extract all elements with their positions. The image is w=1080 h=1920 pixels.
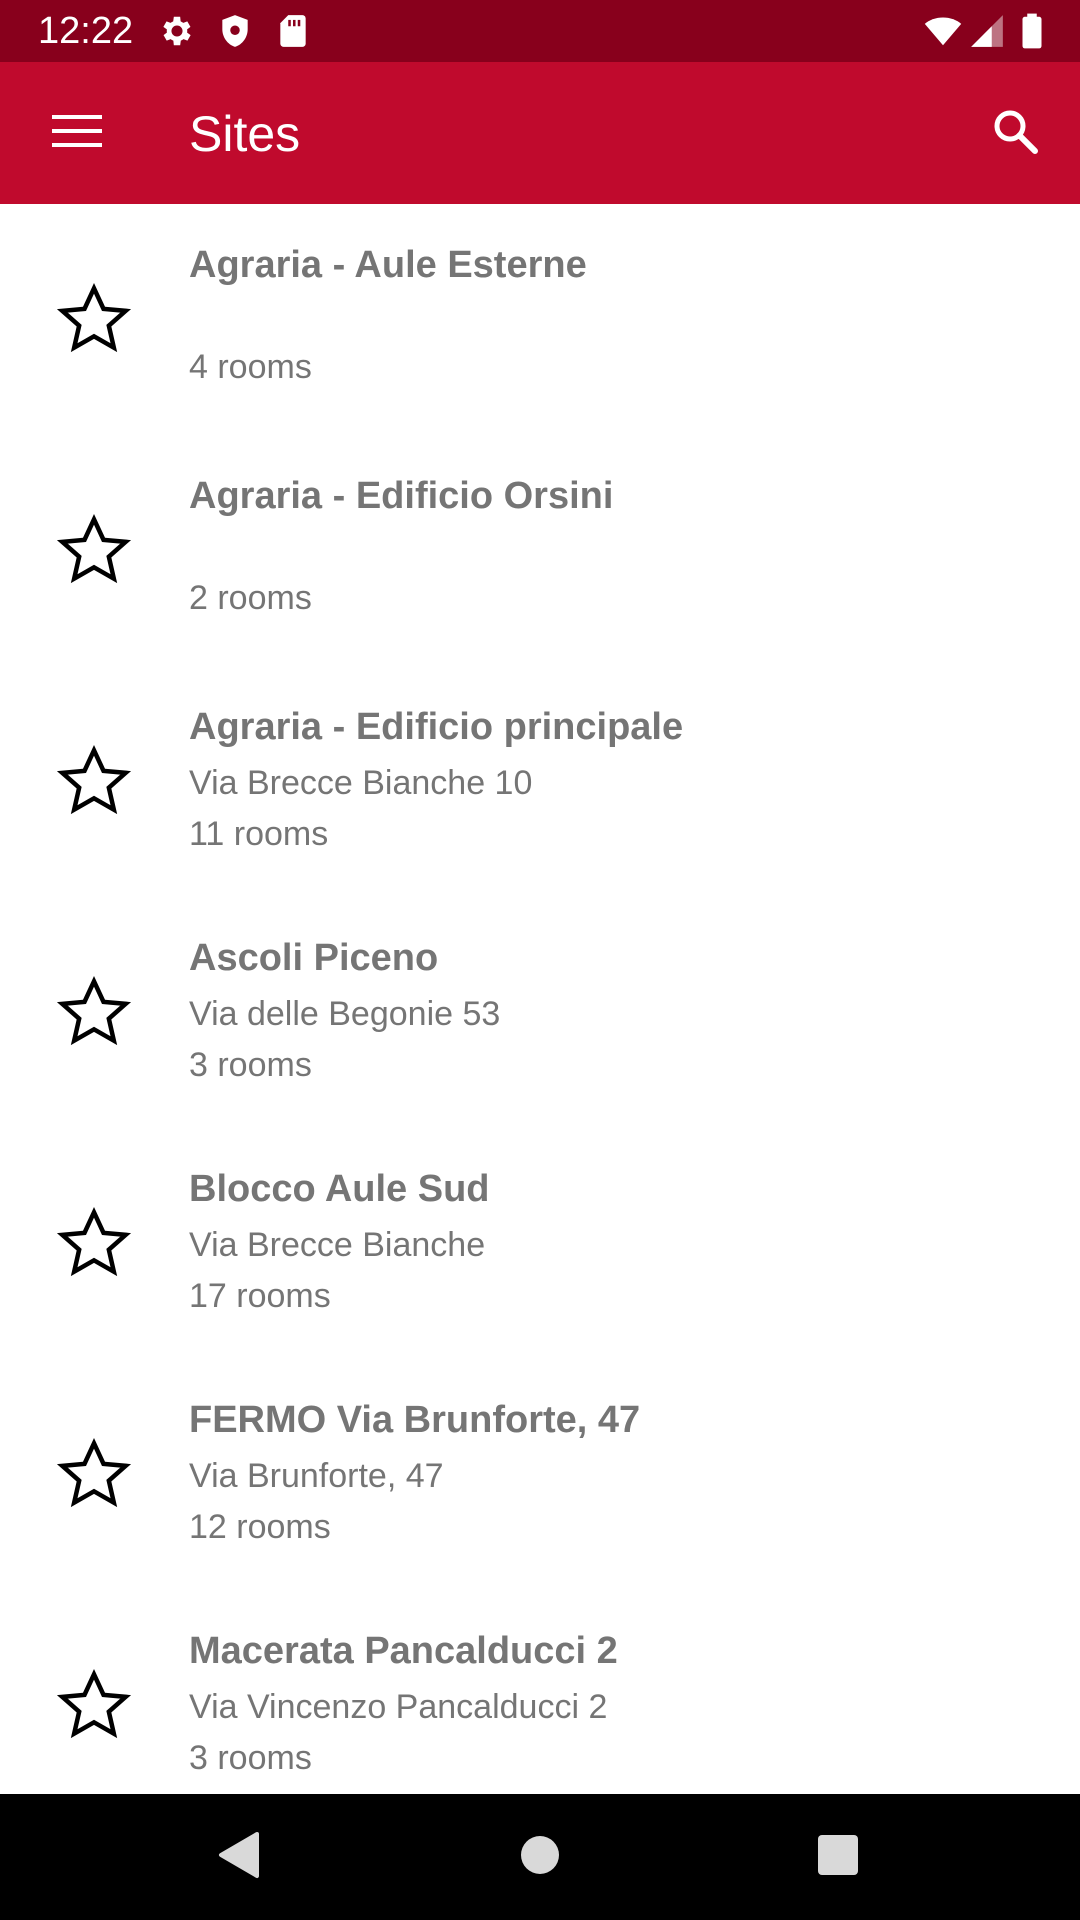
- site-name: Ascoli Piceno: [189, 937, 439, 979]
- list-item[interactable]: Agraria - Edificio Orsini 2 rooms: [0, 435, 1080, 666]
- favorite-toggle[interactable]: [42, 732, 146, 836]
- favorite-toggle[interactable]: [42, 270, 146, 374]
- menu-button[interactable]: [32, 88, 122, 178]
- favorite-toggle[interactable]: [42, 501, 146, 605]
- site-address: Via Brecce Bianche: [189, 1226, 486, 1264]
- site-rooms: 11 rooms: [189, 815, 329, 853]
- battery-icon: [1016, 12, 1048, 50]
- list-item[interactable]: Blocco Aule Sud Via Brecce Bianche 17 ro…: [0, 1128, 1080, 1359]
- hamburger-menu-icon: [52, 113, 102, 154]
- list-item[interactable]: Macerata Pancalducci 2 Via Vincenzo Panc…: [0, 1590, 1080, 1794]
- back-triangle-icon: [215, 1830, 261, 1885]
- search-icon: [990, 106, 1040, 161]
- shield-icon: [216, 12, 254, 50]
- site-rooms: 3 rooms: [189, 1739, 312, 1777]
- wifi-icon: [922, 12, 964, 50]
- star-outline-icon: [54, 511, 134, 596]
- star-outline-icon: [54, 1666, 134, 1751]
- site-name: Agraria - Aule Esterne: [189, 244, 587, 286]
- site-address: Via Brunforte, 47: [189, 1457, 444, 1495]
- favorite-toggle[interactable]: [42, 1425, 146, 1529]
- site-rooms: 4 rooms: [189, 348, 312, 386]
- home-circle-icon: [520, 1835, 560, 1880]
- system-nav-bar: [0, 1794, 1080, 1920]
- star-outline-icon: [54, 973, 134, 1058]
- gear-icon: [158, 12, 196, 50]
- sd-card-icon: [274, 12, 312, 50]
- site-rooms: 12 rooms: [189, 1508, 331, 1546]
- site-address: Via Brecce Bianche 10: [189, 764, 533, 802]
- home-button[interactable]: [510, 1827, 570, 1887]
- site-address: Via delle Begonie 53: [189, 995, 501, 1033]
- list-item[interactable]: Agraria - Aule Esterne 4 rooms: [0, 204, 1080, 435]
- search-button[interactable]: [970, 88, 1060, 178]
- star-outline-icon: [54, 1204, 134, 1289]
- site-list[interactable]: Agraria - Aule Esterne 4 rooms Agraria -…: [0, 204, 1080, 1794]
- page-title: Sites: [189, 106, 301, 162]
- favorite-toggle[interactable]: [42, 963, 146, 1067]
- star-outline-icon: [54, 280, 134, 365]
- favorite-toggle[interactable]: [42, 1656, 146, 1760]
- cell-signal-icon: [968, 12, 1006, 50]
- site-rooms: 17 rooms: [189, 1277, 331, 1315]
- status-bar: 12:22: [0, 0, 1080, 62]
- favorite-toggle[interactable]: [42, 1194, 146, 1298]
- site-name: Agraria - Edificio principale: [189, 706, 684, 748]
- site-address: Via Vincenzo Pancalducci 2: [189, 1688, 608, 1726]
- site-name: Agraria - Edificio Orsini: [189, 475, 614, 517]
- status-time: 12:22: [38, 10, 134, 52]
- site-rooms: 2 rooms: [189, 579, 312, 617]
- recents-square-icon: [817, 1834, 859, 1881]
- site-name: Blocco Aule Sud: [189, 1168, 490, 1210]
- list-item[interactable]: Agraria - Edificio principale Via Brecce…: [0, 666, 1080, 897]
- list-item[interactable]: FERMO Via Brunforte, 47 Via Brunforte, 4…: [0, 1359, 1080, 1590]
- site-name: Macerata Pancalducci 2: [189, 1630, 618, 1672]
- site-name: FERMO Via Brunforte, 47: [189, 1399, 641, 1441]
- list-item[interactable]: Ascoli Piceno Via delle Begonie 53 3 roo…: [0, 897, 1080, 1128]
- site-rooms: 3 rooms: [189, 1046, 312, 1084]
- app-bar: Sites: [0, 62, 1080, 204]
- star-outline-icon: [54, 742, 134, 827]
- back-button[interactable]: [208, 1827, 268, 1887]
- recents-button[interactable]: [808, 1827, 868, 1887]
- star-outline-icon: [54, 1435, 134, 1520]
